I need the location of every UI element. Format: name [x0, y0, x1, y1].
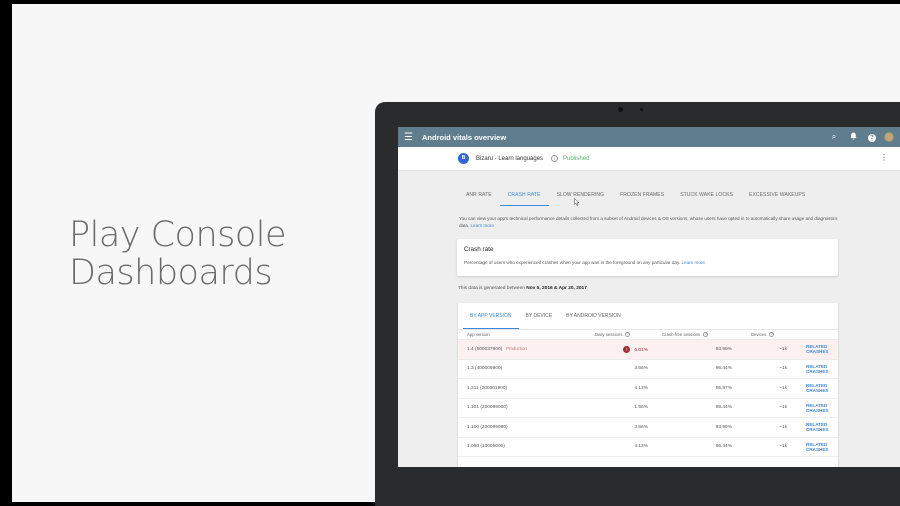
slide-title-line-1: Play Console: [69, 215, 287, 255]
crash-rate-card: Crash rate Percentage of users who exper…: [457, 239, 838, 276]
tab-crash-rate[interactable]: CRASH RATE: [499, 190, 549, 206]
cell-devices: ~1k: [779, 346, 787, 352]
app-logo-icon: B: [458, 153, 469, 164]
cell-app-version: 1.100 (200099990): [467, 424, 508, 430]
app-header: B Bizaru - Learn languages i Published ⋮: [398, 147, 900, 171]
avatar[interactable]: [884, 132, 894, 142]
app-bar-title: Android vitals overview: [422, 132, 507, 142]
header-app-version[interactable]: App version: [458, 332, 588, 337]
crash-rate-description-text: Percentage of users who experienced cras…: [464, 260, 681, 265]
related-crashes-link[interactable]: RELATED CRASHES: [787, 422, 838, 432]
data-range-dates: Nov 5, 2016 & Apr 20, 2017: [526, 286, 587, 291]
cell-app-version: 1.3 (400009900): [467, 366, 503, 372]
search-icon[interactable]: ⌕: [827, 132, 841, 142]
cell-devices: ~1k: [779, 424, 787, 430]
cell-crash-free-sessions: 93.99%: [715, 346, 732, 352]
related-crashes-link[interactable]: RELATED CRASHES: [787, 364, 838, 374]
cell-daily-sessions: ! 6.01%: [588, 345, 650, 353]
table-row[interactable]: 1.4 (500037600) Production ! 6.01% 93.99% …: [458, 340, 838, 360]
notifications-icon[interactable]: [846, 132, 860, 142]
info-icon[interactable]: i: [551, 155, 559, 162]
help-icon[interactable]: ?: [703, 332, 709, 338]
tab-stuck-wake-locks[interactable]: STUCK WAKE LOCKS: [672, 190, 741, 206]
mouse-cursor-icon: [574, 197, 580, 208]
cell-daily-sessions: 1.56%: [634, 405, 648, 411]
laptop-sensor: [640, 108, 643, 111]
breakdown-tabs: BY APP VERSION BY DEVICE BY ANDROID VERS…: [458, 303, 838, 330]
app-name[interactable]: Bizaru - Learn languages: [476, 156, 543, 162]
cell-app-version: 1.101 (200099900): [467, 405, 508, 411]
laptop-frame: ☰ Android vitals overview ⌕ ? B Bizaru -…: [375, 102, 900, 506]
tab-excessive-wakeups[interactable]: EXCESSIVE WAKEUPS: [741, 190, 813, 206]
versions-table-card: BY APP VERSION BY DEVICE BY ANDROID VERS…: [458, 303, 838, 467]
related-crashes-link[interactable]: RELATED CRASHES: [787, 442, 838, 452]
cell-crash-free-sessions: 93.99%: [715, 424, 732, 430]
slide-title: Play Console Dashboards: [69, 216, 369, 292]
cell-daily-sessions: 3.56%: [634, 366, 648, 372]
related-crashes-link[interactable]: RELATED CRASHES: [787, 344, 838, 354]
cell-devices: ~1k: [779, 366, 787, 372]
tab-by-device[interactable]: BY DEVICE: [519, 303, 560, 329]
crash-rate-description: Percentage of users who experienced cras…: [464, 260, 831, 265]
cell-daily-sessions: 4.13%: [634, 385, 648, 391]
related-crashes-link[interactable]: RELATED CRASHES: [787, 403, 838, 413]
table-row[interactable]: 1.101 (200099900) 1.56% 98.44% ~1k RELAT…: [458, 399, 838, 418]
cell-daily-sessions: 4.13%: [634, 444, 648, 450]
data-range-text: This data is generated between Nov 5, 20…: [458, 286, 587, 291]
app-bar: ☰ Android vitals overview ⌕ ?: [398, 127, 900, 147]
tab-frozen-frames[interactable]: FROZEN FRAMES: [612, 190, 672, 206]
menu-icon[interactable]: ☰: [404, 132, 422, 143]
cell-devices: ~1k: [779, 405, 787, 411]
cell-crash-free-sessions: 98.44%: [715, 405, 732, 411]
table-row[interactable]: 1.211 (200001900) 4.13% 95.87% ~1k RELAT…: [458, 379, 838, 399]
table-row[interactable]: 1.3 (400009900) 3.56% 96.44% ~1k RELATED…: [458, 360, 838, 379]
crash-rate-title: Crash rate: [464, 246, 494, 253]
help-icon[interactable]: ?: [769, 332, 775, 338]
tab-anr-rate[interactable]: ANR RATE: [458, 190, 500, 206]
cell-crash-free-sessions: 96.44%: [715, 444, 732, 450]
cell-crash-free-sessions: 95.87%: [715, 385, 732, 391]
related-crashes-link[interactable]: RELATED CRASHES: [787, 383, 838, 393]
header-daily-sessions[interactable]: Daily sessions?: [588, 332, 650, 338]
header-crash-free-sessions[interactable]: Crash-free sessions?: [650, 332, 732, 338]
header-devices[interactable]: Devices?: [732, 332, 787, 338]
cell-daily-sessions: 3.56%: [634, 424, 648, 430]
data-range-prefix: This data is generated between: [458, 286, 527, 291]
cell-app-version: 1.050 (10005000): [467, 444, 505, 450]
cell-crash-free-sessions: 96.44%: [715, 366, 732, 372]
cell-app-version: 1.4 (500037600) Production: [467, 346, 527, 353]
status-badge: Published: [563, 155, 590, 162]
intro-body: You can view your app's technical perfor…: [459, 216, 838, 228]
more-options-icon[interactable]: ⋮: [880, 154, 888, 162]
tab-by-app-version[interactable]: BY APP VERSION: [463, 303, 519, 329]
production-tag: Production: [506, 346, 527, 352]
tab-slow-rendering[interactable]: SLOW RENDERING: [549, 190, 613, 206]
help-icon[interactable]: ?: [625, 332, 631, 338]
vitals-tabs: ANR RATE CRASH RATE SLOW RENDERING FROZE…: [458, 190, 813, 206]
cell-devices: ~1k: [779, 444, 787, 450]
slide-title-line-2: Dashboards: [69, 253, 273, 293]
tab-by-android-version[interactable]: BY ANDROID VERSION: [559, 303, 628, 329]
intro-text: You can view your app's technical perfor…: [459, 215, 843, 229]
cell-app-version: 1.211 (200001900): [467, 385, 508, 391]
cell-devices: ~1k: [779, 385, 787, 391]
help-icon[interactable]: ?: [865, 132, 879, 142]
table-row[interactable]: 1.050 (10005000) 4.13% 96.44% ~1k RELATE…: [458, 438, 838, 457]
laptop-screen: ☰ Android vitals overview ⌕ ? B Bizaru -…: [398, 127, 900, 467]
intro-learn-more-link[interactable]: Learn more: [471, 223, 495, 228]
laptop-camera: [618, 107, 623, 112]
table-header: App version Daily sessions? Crash-free s…: [458, 330, 838, 340]
alert-icon: !: [623, 345, 631, 353]
crash-rate-learn-more-link[interactable]: Learn more: [682, 260, 706, 265]
table-row[interactable]: 1.100 (200099990) 3.56% 93.99% ~1k RELAT…: [458, 418, 838, 438]
